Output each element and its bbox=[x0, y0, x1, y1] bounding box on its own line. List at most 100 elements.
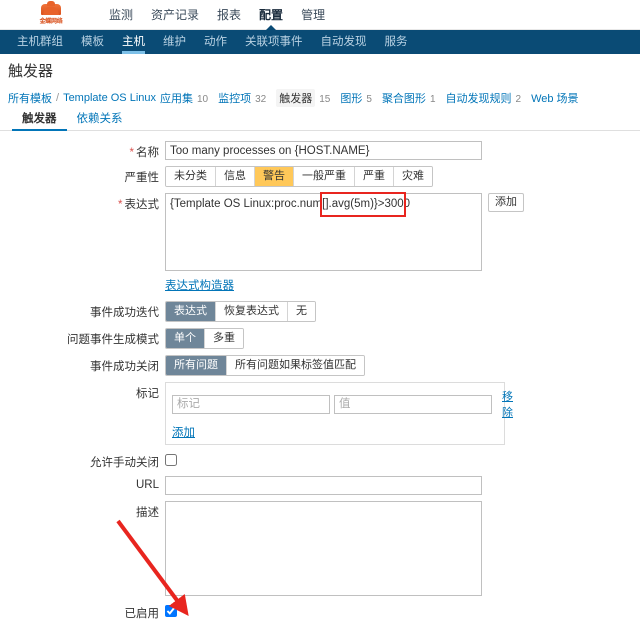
add-expression-button[interactable]: 添加 bbox=[488, 193, 524, 212]
tab-trigger[interactable]: 触发器 bbox=[12, 110, 67, 131]
control-url bbox=[165, 476, 482, 495]
row-allow-manual-close: 允许手动关闭 bbox=[0, 451, 640, 470]
label-description: 描述 bbox=[136, 507, 159, 519]
label-name-text: 名称 bbox=[136, 147, 159, 159]
severity-option-disaster[interactable]: 灾难 bbox=[394, 167, 432, 186]
severity-option-high[interactable]: 严重 bbox=[355, 167, 394, 186]
breadcrumb-triggers-count: 15 bbox=[319, 94, 331, 105]
row-ok-event-generation: 事件成功迭代 表达式 恢复表达式 无 bbox=[0, 301, 640, 322]
breadcrumb-discovery-rules[interactable]: 自动发现规则 2 bbox=[446, 90, 532, 106]
ok-event-closes-option-all-problems[interactable]: 所有问题 bbox=[166, 356, 227, 375]
label-tags: 标记 bbox=[136, 388, 159, 400]
severity-option-information[interactable]: 信息 bbox=[216, 167, 255, 186]
label-enabled: 已启用 bbox=[124, 608, 160, 620]
subnav-item-discovery[interactable]: 自动发现 bbox=[312, 30, 376, 54]
description-textarea[interactable] bbox=[165, 501, 482, 596]
nav-item-configuration[interactable]: 配置 bbox=[250, 0, 292, 30]
url-input[interactable] bbox=[165, 476, 482, 495]
problem-event-option-single[interactable]: 单个 bbox=[166, 329, 205, 348]
row-name: * 名称 bbox=[0, 141, 640, 160]
control-tags: 移除 添加 bbox=[165, 382, 513, 445]
expression-add-wrap: 添加 bbox=[488, 193, 524, 212]
expression-constructor-link[interactable]: 表达式构造器 bbox=[165, 277, 234, 293]
ok-event-option-expression[interactable]: 表达式 bbox=[166, 302, 216, 321]
page-title: 触发器 bbox=[8, 63, 54, 80]
row-expression: *表达式 添加 bbox=[0, 193, 640, 271]
subnav-item-templates[interactable]: 模板 bbox=[72, 30, 113, 54]
control-severity: 未分类 信息 警告 一般严重 严重 灾难 bbox=[165, 166, 433, 187]
breadcrumb-graphs-label[interactable]: 图形 bbox=[340, 90, 362, 106]
ok-event-option-none[interactable]: 无 bbox=[288, 302, 315, 321]
breadcrumb-web-scenarios-label[interactable]: Web 场景 bbox=[531, 90, 578, 106]
ok-event-closes-option-tag-match[interactable]: 所有问题如果标签值匹配 bbox=[227, 356, 364, 375]
page-title-bar: 触发器 bbox=[0, 54, 640, 87]
nav-item-monitoring[interactable]: 监测 bbox=[100, 0, 142, 30]
nav-item-inventory[interactable]: 资产记录 bbox=[142, 0, 208, 30]
name-input[interactable] bbox=[165, 141, 482, 160]
tag-row: 移除 bbox=[172, 388, 513, 420]
label-severity: 严重性 bbox=[124, 172, 160, 184]
breadcrumb-discovery-rules-label[interactable]: 自动发现规则 bbox=[446, 90, 512, 106]
allow-manual-close-checkbox[interactable] bbox=[165, 454, 177, 466]
breadcrumb-triggers-label: 触发器 bbox=[276, 89, 316, 107]
breadcrumb-applications-count: 10 bbox=[197, 94, 209, 105]
sub-nav: 主机群组 模板 主机 维护 动作 关联项事件 自动发现 服务 bbox=[0, 30, 640, 54]
breadcrumb-template-name[interactable]: Template OS Linux bbox=[63, 92, 156, 104]
control-expression-constructor: 表达式构造器 bbox=[165, 277, 234, 293]
breadcrumb-applications[interactable]: 应用集 10 bbox=[160, 90, 218, 106]
ok-event-closes-segmented-control: 所有问题 所有问题如果标签值匹配 bbox=[165, 355, 365, 376]
severity-option-average[interactable]: 一般严重 bbox=[294, 167, 355, 186]
logo-mark-icon bbox=[41, 4, 61, 15]
problem-event-generation-segmented-control: 单个 多重 bbox=[165, 328, 244, 349]
control-name bbox=[165, 141, 482, 160]
breadcrumb-graphs[interactable]: 图形 5 bbox=[340, 90, 382, 106]
row-url: URL bbox=[0, 476, 640, 495]
form-tabs: 触发器 依赖关系 bbox=[0, 109, 640, 131]
breadcrumb-items-count: 32 bbox=[255, 94, 267, 105]
label-problem-event-generation: 问题事件生成模式 bbox=[67, 334, 159, 346]
subnav-item-services[interactable]: 服务 bbox=[376, 30, 417, 54]
control-ok-event-generation: 表达式 恢复表达式 无 bbox=[165, 301, 316, 322]
severity-option-not-classified[interactable]: 未分类 bbox=[166, 167, 216, 186]
label-allow-manual-close: 允许手动关闭 bbox=[90, 457, 159, 469]
severity-option-warning[interactable]: 警告 bbox=[255, 167, 294, 186]
breadcrumb-screens[interactable]: 聚合图形 1 bbox=[382, 90, 446, 106]
ok-event-generation-segmented-control: 表达式 恢复表达式 无 bbox=[165, 301, 316, 322]
row-tags: 标记 移除 添加 bbox=[0, 382, 640, 445]
control-expression: 添加 bbox=[165, 193, 524, 271]
tab-dependencies[interactable]: 依赖关系 bbox=[67, 110, 133, 130]
subnav-item-maintenance[interactable]: 维护 bbox=[154, 30, 195, 54]
breadcrumb-applications-label[interactable]: 应用集 bbox=[160, 90, 193, 106]
label-expression-text: 表达式 bbox=[124, 199, 160, 211]
tag-remove-link[interactable]: 移除 bbox=[502, 388, 513, 420]
tag-value-input[interactable] bbox=[334, 394, 492, 414]
row-ok-event-closes: 事件成功关闭 所有问题 所有问题如果标签值匹配 bbox=[0, 355, 640, 376]
breadcrumb-all-templates[interactable]: 所有模板 bbox=[8, 90, 52, 106]
tag-add-link[interactable]: 添加 bbox=[172, 424, 195, 440]
subnav-item-correlation[interactable]: 关联项事件 bbox=[236, 30, 312, 54]
ok-event-option-recovery-expression[interactable]: 恢复表达式 bbox=[216, 302, 288, 321]
breadcrumb-screens-label[interactable]: 聚合图形 bbox=[382, 90, 426, 106]
problem-event-option-multiple[interactable]: 多重 bbox=[205, 329, 243, 348]
required-marker-name: * bbox=[129, 147, 134, 159]
app-logo[interactable]: 金蝶网络 bbox=[20, 3, 82, 27]
breadcrumb-triggers[interactable]: 触发器 15 bbox=[276, 89, 340, 107]
subnav-item-actions[interactable]: 动作 bbox=[195, 30, 236, 54]
subnav-item-host-groups[interactable]: 主机群组 bbox=[8, 30, 72, 54]
nav-item-reports[interactable]: 报表 bbox=[208, 0, 250, 30]
control-description bbox=[165, 501, 482, 596]
breadcrumb-items[interactable]: 监控项 32 bbox=[218, 90, 276, 106]
enabled-checkbox[interactable] bbox=[165, 605, 177, 617]
breadcrumb-web-scenarios[interactable]: Web 场景 bbox=[531, 90, 582, 106]
control-ok-event-closes: 所有问题 所有问题如果标签值匹配 bbox=[165, 355, 365, 376]
expression-textarea[interactable] bbox=[165, 193, 482, 271]
control-problem-event-generation: 单个 多重 bbox=[165, 328, 244, 349]
label-expression-constructor-spacer bbox=[0, 277, 165, 280]
breadcrumb-items-label[interactable]: 监控项 bbox=[218, 90, 251, 106]
tag-name-input[interactable] bbox=[172, 394, 330, 414]
tags-box: 移除 添加 bbox=[165, 382, 513, 445]
nav-item-administration[interactable]: 管理 bbox=[292, 0, 334, 30]
row-description: 描述 bbox=[0, 501, 640, 596]
label-ok-event-closes: 事件成功关闭 bbox=[90, 361, 159, 373]
subnav-item-hosts[interactable]: 主机 bbox=[113, 30, 154, 54]
